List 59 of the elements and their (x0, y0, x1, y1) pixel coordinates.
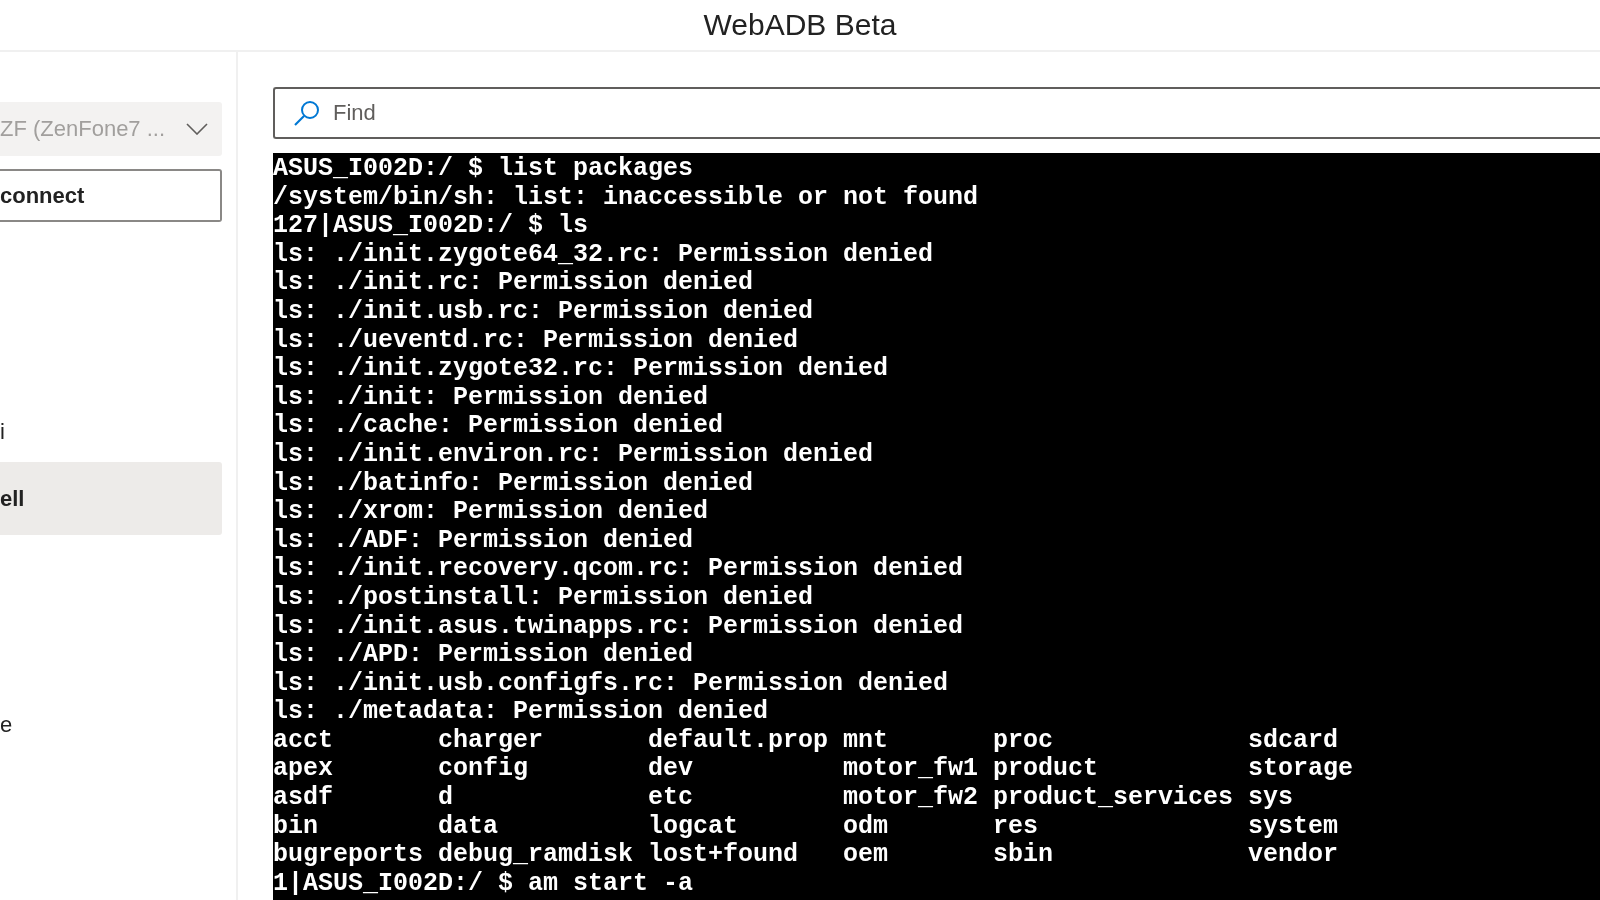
file-name: logcat (648, 812, 739, 842)
nav-item[interactable]: i (0, 402, 222, 462)
terminal-line: ls: ./postinstall: Permission denied (273, 583, 815, 613)
terminal-line: ls: ./batinfo: Permission denied (273, 469, 755, 499)
file-name: bugreports (273, 841, 425, 870)
terminal-line: ls: ./init.environ.rc: Permission denied (273, 440, 875, 470)
file-name: etc (648, 784, 694, 813)
file-name: vendor (1248, 841, 1339, 870)
file-name: bin (273, 812, 319, 842)
file-name: product_services (993, 784, 1235, 813)
terminal-line: ls: ./init.rc: Permission denied (273, 269, 755, 298)
terminal-line: ls: ./APD: Permission denied (273, 641, 695, 670)
file-name: odm (843, 812, 889, 842)
file-name: mnt (843, 726, 889, 756)
nav-item[interactable]: e (0, 695, 222, 755)
terminal-line: /system/bin/sh: list: inaccessible or not found (273, 183, 980, 213)
file-name: acct (273, 726, 334, 756)
file-name: charger (438, 726, 545, 756)
terminal-line: ls: ./xrom: Permission denied (273, 498, 710, 527)
file-name: config (438, 755, 529, 785)
terminal-line: ls: ./init.usb.rc: Permission denied (273, 297, 815, 327)
file-name: oem (843, 841, 889, 870)
terminal-line: ls: ./cache: Permission denied (273, 412, 725, 441)
file-name: res (993, 812, 1039, 842)
file-name: product (993, 755, 1100, 785)
file-name: system (1248, 812, 1339, 842)
window-title: WebADB Beta (703, 8, 897, 42)
file-name: motor_fw2 (843, 784, 980, 813)
terminal-line: ls: ./init.zygote32.rc: Permission denied (273, 355, 890, 384)
search-icon (293, 99, 321, 127)
file-name: storage (1248, 755, 1355, 785)
file-name: asdf (273, 784, 334, 813)
terminal-line: ls: ./init.asus.twinapps.rc: Permission denied (273, 612, 965, 642)
file-name: debug_ramdisk (438, 841, 635, 870)
terminal-line: ls: ./init: Permission denied (273, 383, 710, 413)
file-name: d (438, 784, 454, 813)
file-name: dev (648, 755, 694, 785)
terminal-line: ls: ./init.zygote64_32.rc: Permission denied (273, 240, 935, 270)
file-name: proc (993, 726, 1054, 756)
chevron-down-icon (186, 123, 208, 135)
file-name: apex (273, 755, 334, 785)
terminal-line: ls: ./init.usb.configfs.rc: Permission denied (273, 669, 950, 699)
file-name: sbin (993, 841, 1054, 870)
file-name: motor_fw1 (843, 755, 980, 785)
file-name: default.prop (648, 726, 830, 756)
file-name: sdcard (1248, 726, 1339, 756)
terminal-line: ls: ./metadata: Permission denied (273, 698, 770, 727)
terminal-line: 127|ASUS_I002D:/ $ ls (273, 212, 590, 241)
search-field[interactable]: Find (273, 87, 1600, 139)
terminal-line: ls: ./ADF: Permission denied (273, 526, 695, 556)
terminal-line: 1|ASUS_I002D:/ $ am start -a (273, 869, 695, 899)
file-name: data (438, 812, 499, 842)
nav-item[interactable]: ell (0, 462, 222, 535)
file-name: sys (1248, 784, 1294, 813)
connect-button[interactable]: connect (0, 169, 222, 222)
file-name: lost+found (648, 841, 800, 870)
terminal-line: ls: ./init.recovery.qcom.rc: Permission denied (273, 555, 965, 584)
terminal-line: ls: ./ueventd.rc: Permission denied (273, 326, 800, 356)
terminal-line: ASUS_I002D:/ $ list packages (273, 155, 695, 184)
